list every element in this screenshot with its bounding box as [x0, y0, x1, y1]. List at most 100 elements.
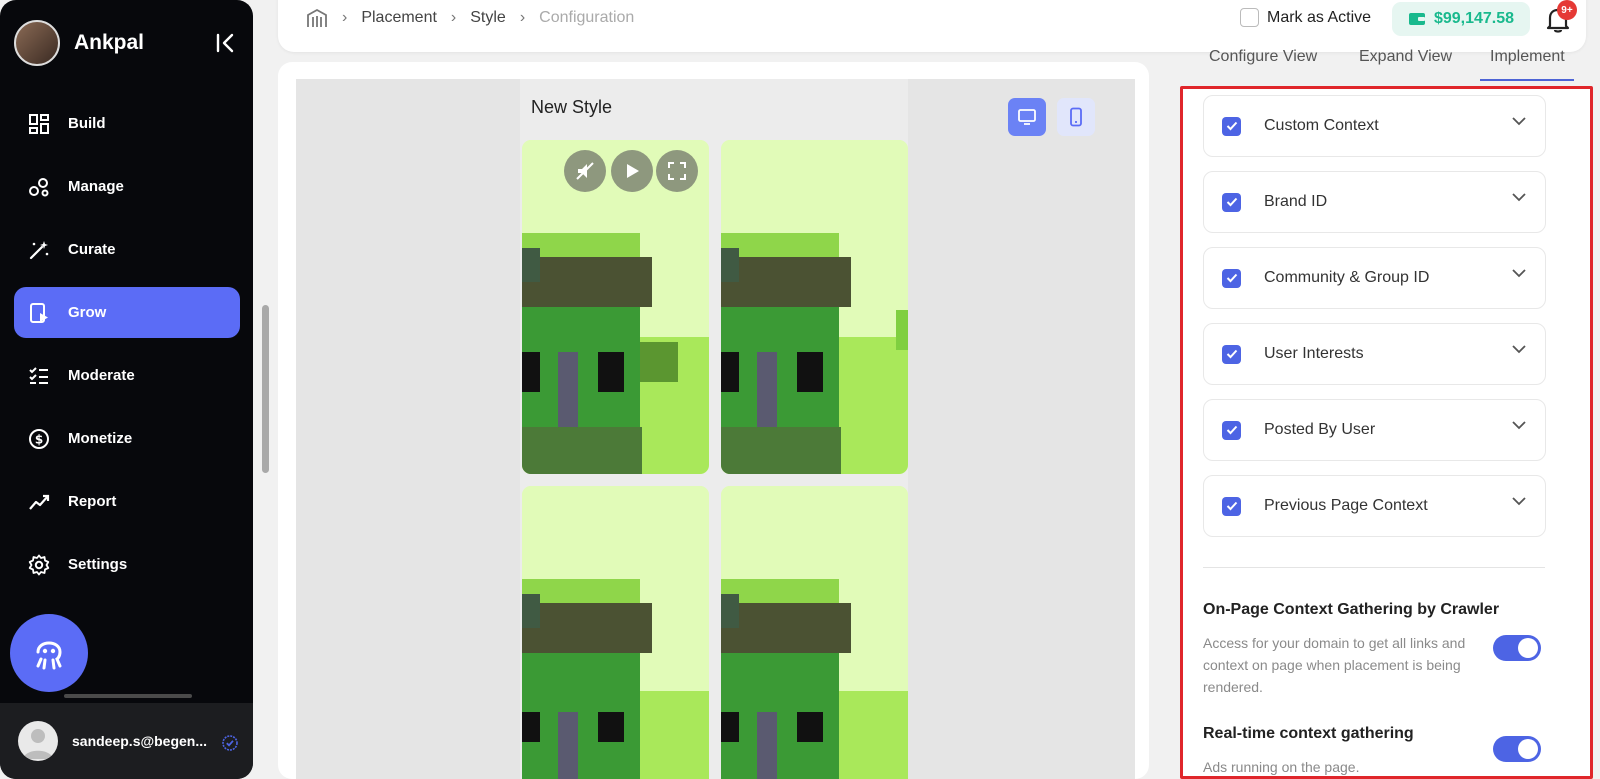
checklist-icon	[29, 366, 48, 384]
checkbox-checked[interactable]	[1222, 268, 1241, 288]
chevron-down-icon[interactable]	[1511, 496, 1527, 506]
svg-text:$: $	[35, 432, 43, 446]
octopus-icon	[36, 641, 62, 670]
play-icon[interactable]	[611, 150, 653, 192]
realtime-title: Real-time context gathering	[1203, 725, 1414, 742]
context-item-label: Brand ID	[1264, 193, 1328, 210]
mark-as-active-checkbox[interactable]: Mark as Active	[1240, 8, 1371, 27]
chevron-right-icon: ›	[450, 9, 457, 26]
sidebar-scrollbar[interactable]	[262, 305, 269, 473]
sidebar-item-label: Settings	[68, 556, 128, 573]
context-settings-panel: Custom Context Brand ID Community & Grou…	[1180, 86, 1593, 779]
brand-name: Ankpal	[74, 31, 145, 54]
sidebar-item-grow[interactable]: Grow	[14, 287, 240, 338]
sidebar-item-label: Report	[68, 493, 117, 510]
sidebar: Ankpal Build Manage Curate Grow Moderate…	[0, 0, 253, 779]
sidebar-item-label: Build	[68, 115, 106, 132]
video-tile[interactable]	[721, 140, 908, 474]
breadcrumb-placement[interactable]: Placement	[361, 9, 437, 27]
checkbox-box[interactable]	[1240, 8, 1259, 27]
verified-badge-icon	[222, 735, 238, 756]
breadcrumb-configuration: Configuration	[539, 9, 635, 26]
active-tab-indicator	[1480, 79, 1574, 81]
trend-icon	[29, 494, 50, 510]
wallet-balance: $99,147.58	[1433, 10, 1515, 27]
checkbox-checked[interactable]	[1222, 344, 1241, 364]
grid-icon	[29, 113, 49, 134]
context-item-label: Previous Page Context	[1264, 497, 1428, 514]
magic-wand-icon	[29, 240, 49, 259]
breadcrumb: › Placement › Style › Configuration	[306, 8, 634, 28]
chevron-down-icon[interactable]	[1511, 420, 1527, 430]
checkbox-checked[interactable]	[1222, 420, 1241, 440]
mobile-icon	[1070, 107, 1082, 127]
checkbox-checked[interactable]	[1222, 496, 1241, 516]
mark-as-active-label: Mark as Active	[1267, 8, 1372, 26]
checkbox-checked[interactable]	[1222, 192, 1241, 212]
context-item-label: User Interests	[1264, 345, 1364, 362]
sidebar-item-report[interactable]: Report	[14, 476, 240, 527]
sidebar-item-settings[interactable]: Settings	[14, 539, 240, 590]
context-item-community-group-id[interactable]: Community & Group ID	[1203, 247, 1546, 309]
tab-implement[interactable]: Implement	[1490, 48, 1565, 66]
tab-configure-view[interactable]: Configure View	[1209, 48, 1317, 66]
crawler-toggle[interactable]	[1493, 635, 1541, 661]
user-icon	[23, 729, 53, 759]
assistant-octopus-button[interactable]	[10, 614, 88, 692]
chevron-down-icon[interactable]	[1511, 116, 1527, 126]
context-item-custom-context[interactable]: Custom Context	[1203, 95, 1546, 157]
wallet-icon	[1408, 13, 1425, 25]
context-item-label: Custom Context	[1264, 117, 1379, 134]
user-profile[interactable]: sandeep.s@begen...	[0, 703, 253, 779]
crawler-title: On-Page Context Gathering by Crawler	[1203, 601, 1500, 618]
chevron-down-icon[interactable]	[1511, 192, 1527, 202]
collapse-sidebar-icon[interactable]	[214, 32, 238, 54]
sidebar-nav: Build Manage Curate Grow Moderate $ Mone…	[14, 98, 240, 602]
sidebar-item-manage[interactable]: Manage	[14, 161, 240, 212]
building-icon[interactable]	[306, 8, 328, 28]
crawler-description: Access for your domain to get all links …	[1203, 635, 1466, 695]
realtime-description: Ads running on the page.	[1203, 759, 1360, 775]
gear-icon	[28, 554, 50, 575]
sidebar-item-monetize[interactable]: $ Monetize	[14, 413, 240, 464]
breadcrumb-style[interactable]: Style	[470, 9, 506, 27]
wallet-balance-button[interactable]: $99,147.58	[1392, 2, 1530, 36]
video-tile[interactable]	[522, 486, 709, 779]
context-item-previous-page-context[interactable]: Previous Page Context	[1203, 475, 1546, 537]
sidebar-item-label: Moderate	[68, 367, 135, 384]
checkbox-checked[interactable]	[1222, 116, 1241, 136]
sidebar-item-label: Curate	[68, 241, 116, 258]
sidebar-item-curate[interactable]: Curate	[14, 224, 240, 275]
context-item-user-interests[interactable]: User Interests	[1203, 323, 1546, 385]
brand: Ankpal	[14, 20, 144, 66]
context-item-posted-by-user[interactable]: Posted By User	[1203, 399, 1546, 461]
preview-title: New Style	[531, 97, 613, 117]
realtime-toggle[interactable]	[1493, 736, 1541, 762]
mobile-view-button[interactable]	[1057, 98, 1095, 136]
toggle-knob	[1518, 739, 1538, 759]
sidebar-item-label: Monetize	[68, 430, 133, 447]
mute-icon[interactable]	[564, 150, 606, 192]
section-divider	[1203, 567, 1545, 568]
fullscreen-icon[interactable]	[656, 150, 698, 192]
video-tile[interactable]	[721, 486, 908, 779]
nodes-icon	[29, 177, 49, 196]
brand-avatar	[14, 20, 60, 66]
sidebar-item-moderate[interactable]: Moderate	[14, 350, 240, 401]
notification-badge: 9+	[1557, 0, 1577, 20]
avatar	[18, 721, 58, 761]
sidebar-item-label: Manage	[68, 178, 124, 195]
desktop-icon	[1018, 109, 1036, 125]
toggle-knob	[1518, 638, 1538, 658]
desktop-view-button[interactable]	[1008, 98, 1046, 136]
context-item-brand-id[interactable]: Brand ID	[1203, 171, 1546, 233]
tab-expand-view[interactable]: Expand View	[1359, 48, 1452, 66]
sidebar-item-label: Grow	[68, 304, 107, 321]
chevron-down-icon[interactable]	[1511, 344, 1527, 354]
dollar-circle-icon: $	[29, 428, 49, 449]
sidebar-item-build[interactable]: Build	[14, 98, 240, 149]
sidebar-divider	[64, 694, 192, 698]
context-item-label: Posted By User	[1264, 421, 1376, 438]
mobile-play-icon	[30, 302, 48, 323]
chevron-down-icon[interactable]	[1511, 268, 1527, 278]
